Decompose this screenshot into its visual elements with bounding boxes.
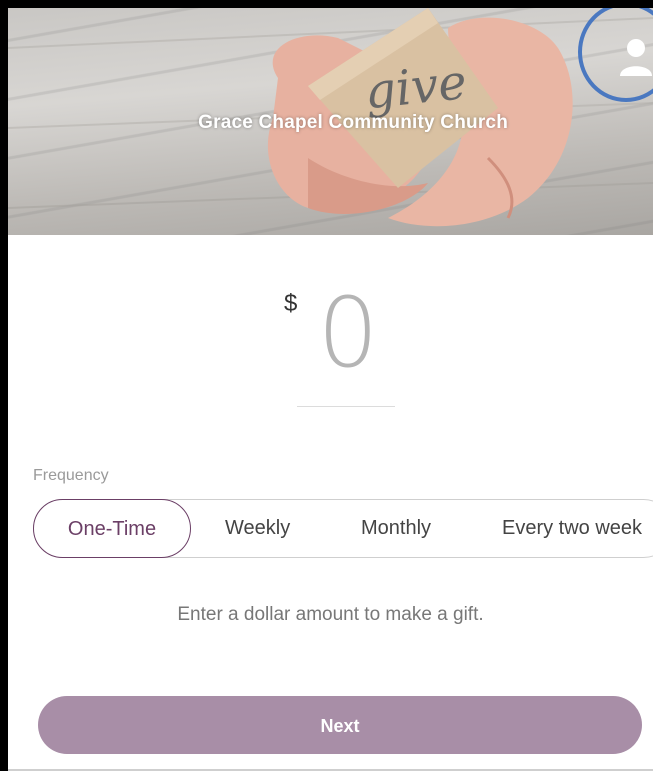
hero-banner: give Grace Chapel Community Church — [8, 8, 653, 235]
frequency-option-weekly[interactable]: Weekly — [225, 499, 290, 558]
frequency-option-monthly[interactable]: Monthly — [361, 499, 431, 558]
user-icon[interactable] — [618, 38, 653, 78]
currency-symbol: $ — [284, 290, 298, 317]
frequency-label: Frequency — [33, 467, 109, 484]
amount-input[interactable]: 0 — [298, 278, 398, 388]
next-button[interactable]: Next — [38, 696, 642, 754]
amount-underline — [297, 406, 395, 407]
hero-give-text: give — [362, 54, 469, 120]
give-form: give Grace Chapel Community Church $ 0 F… — [8, 8, 653, 771]
helper-text: Enter a dollar amount to make a gift. — [177, 604, 484, 625]
frequency-option-every-two-weeks[interactable]: Every two week — [502, 499, 653, 558]
church-name: Grace Chapel Community Church — [198, 112, 508, 133]
frequency-option-one-time[interactable]: One-Time — [33, 499, 191, 558]
